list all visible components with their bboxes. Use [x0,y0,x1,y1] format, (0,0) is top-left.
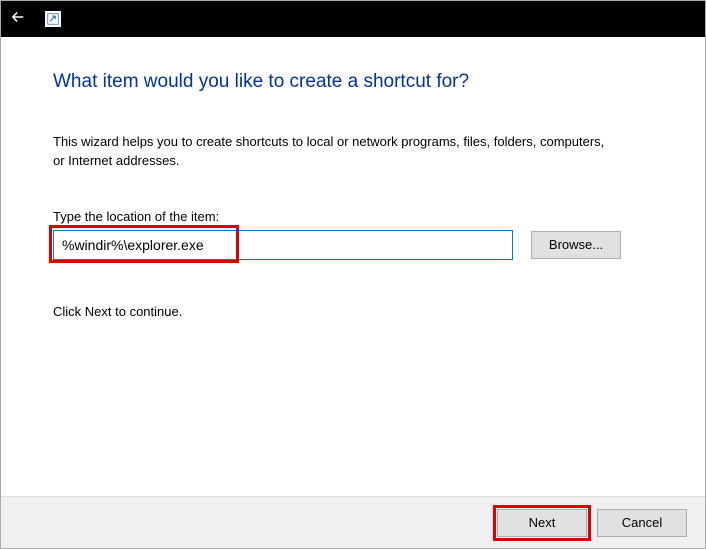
footer: Next Cancel [1,496,705,548]
next-button-wrapper: Next [497,509,587,537]
continue-text: Click Next to continue. [53,304,665,319]
back-arrow-icon[interactable] [9,8,27,31]
description-text: This wizard helps you to create shortcut… [53,133,613,171]
cancel-button[interactable]: Cancel [597,509,687,537]
titlebar [1,1,705,37]
location-input[interactable] [53,230,513,260]
shortcut-wizard-icon [45,11,61,27]
wizard-content: What item would you like to create a sho… [1,37,705,319]
location-row: Browse... [53,230,665,260]
next-button[interactable]: Next [497,509,587,537]
page-heading: What item would you like to create a sho… [53,71,665,93]
browse-button[interactable]: Browse... [531,231,621,259]
location-label: Type the location of the item: [53,209,665,224]
location-input-wrapper [53,230,513,260]
